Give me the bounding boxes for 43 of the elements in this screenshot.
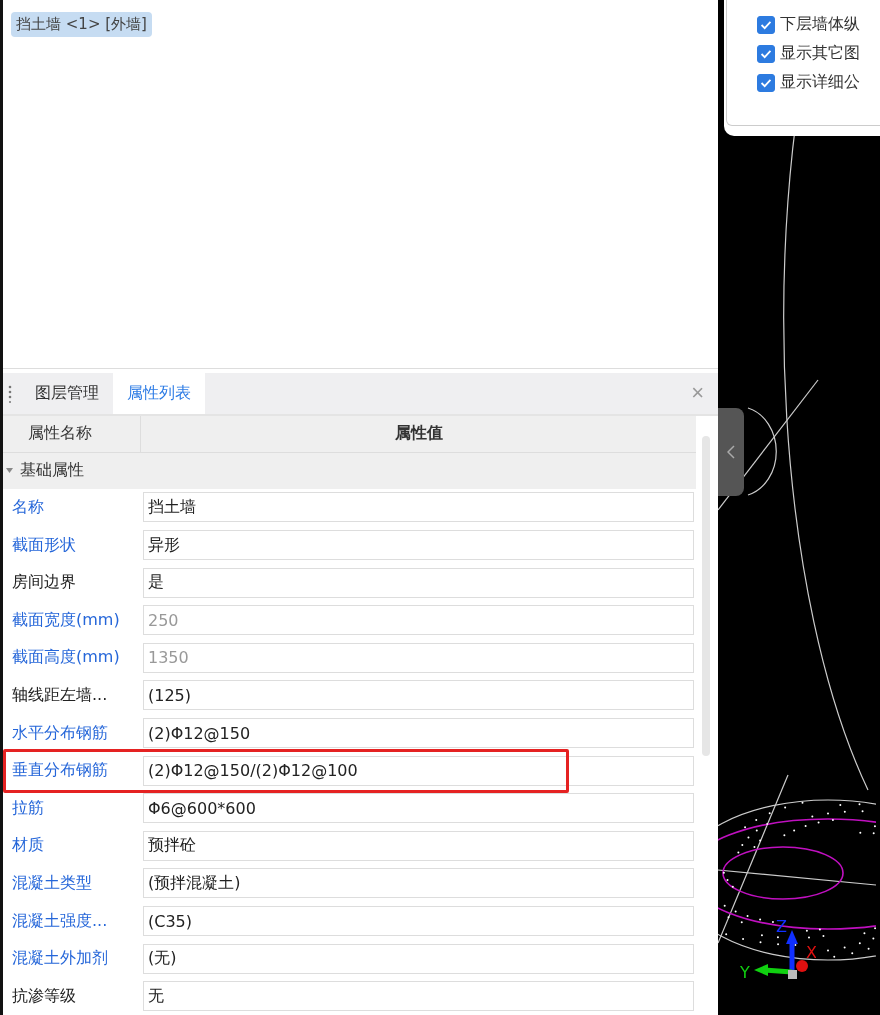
property-value-field[interactable]: (C35): [143, 906, 694, 936]
property-value-field[interactable]: (预拌混凝土): [143, 868, 694, 899]
property-name: 轴线距左墙...: [11, 684, 109, 706]
drag-handle-icon[interactable]: [7, 385, 13, 404]
property-value-field[interactable]: 预拌砼: [143, 830, 694, 861]
property-value-field[interactable]: 挡土墙: [143, 492, 694, 523]
panel-tab[interactable]: 属性列表: [113, 373, 205, 414]
column-header: 属性值: [393, 422, 444, 445]
collapse-handle[interactable]: [718, 408, 744, 496]
chevron-left-icon: [727, 445, 735, 459]
property-value-field[interactable]: 无: [143, 981, 694, 1012]
property-name: 房间边界: [11, 572, 77, 594]
checkbox-label: 显示详细公: [780, 72, 860, 93]
panel-tab[interactable]: 图层管理: [21, 373, 113, 414]
object-tag[interactable]: 挡土墙 <1> [外墙]: [11, 12, 152, 37]
property-name: 水平分布钢筋: [11, 722, 109, 744]
property-name: 截面宽度(mm): [11, 609, 121, 631]
property-name: 垂直分布钢筋: [11, 760, 109, 782]
collapse-triangle-icon[interactable]: [5, 466, 14, 476]
property-name: 混凝土外加剂: [11, 948, 109, 970]
property-name: 截面形状: [11, 534, 77, 556]
property-name: 混凝土类型: [11, 872, 93, 894]
property-value-field[interactable]: (无): [143, 943, 694, 974]
column-header: 属性名称: [3, 415, 141, 452]
group-label: 基础属性: [20, 460, 84, 482]
checkbox-label: 下层墙体纵: [780, 14, 860, 35]
property-value-field[interactable]: 异形: [143, 530, 694, 561]
checkbox[interactable]: [757, 15, 775, 34]
property-name: 名称: [11, 497, 45, 518]
checkbox-label: 显示其它图: [780, 43, 860, 64]
scrollbar[interactable]: [702, 435, 710, 756]
property-value-field[interactable]: (2)Φ12@150: [143, 718, 694, 749]
property-value-field[interactable]: Φ6@600*600: [143, 793, 694, 824]
property-name: 截面高度(mm): [11, 647, 121, 669]
property-value-field[interactable]: (2)Φ12@150/(2)Φ12@100: [143, 755, 694, 786]
property-value-field[interactable]: (125): [143, 680, 694, 711]
checkbox[interactable]: [757, 73, 775, 92]
property-name: 抗渗等级: [11, 985, 77, 1007]
property-name: 拉筋: [11, 797, 45, 819]
property-value-field[interactable]: 是: [143, 567, 694, 598]
property-name: 材质: [11, 835, 45, 857]
checkbox[interactable]: [757, 44, 775, 63]
property-name: 混凝土强度...: [11, 910, 109, 932]
